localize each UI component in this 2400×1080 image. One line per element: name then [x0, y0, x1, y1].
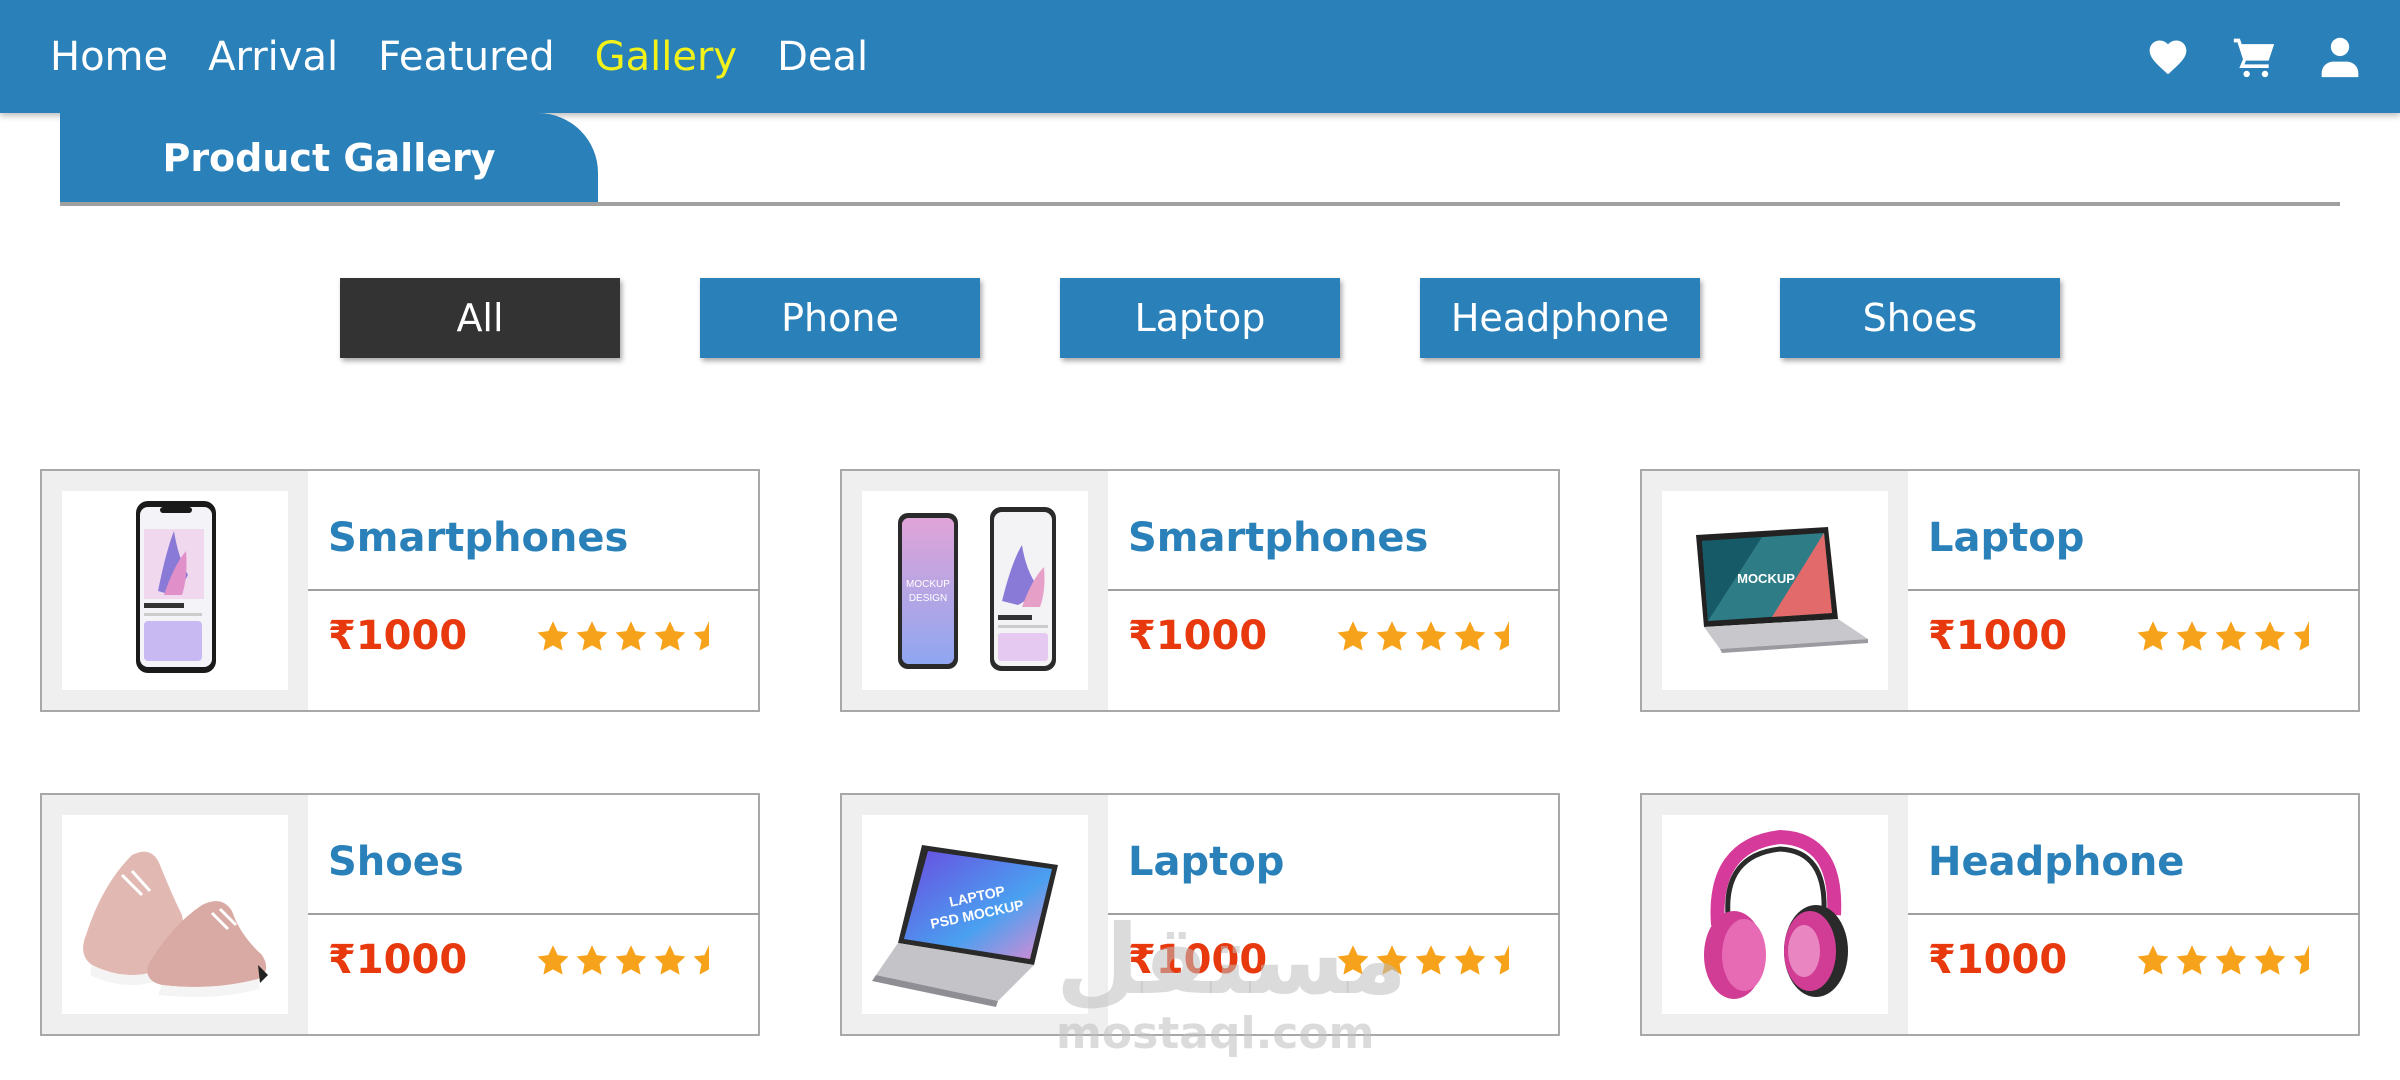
filter-all-button[interactable]: All — [340, 278, 620, 358]
star-full-icon — [2251, 943, 2289, 979]
star-rating — [533, 619, 728, 655]
star-half-icon — [1490, 943, 1528, 979]
star-full-icon — [612, 943, 650, 979]
star-full-icon — [1334, 943, 1372, 979]
product-price: ₹1000 — [328, 937, 468, 983]
product-title[interactable]: Laptop — [1128, 839, 1284, 885]
product-price: ₹1000 — [1928, 937, 2068, 983]
card-divider — [308, 913, 760, 915]
top-navbar: Home Arrival Featured Gallery Deal — [0, 0, 2400, 113]
product-card[interactable]: Smartphones ₹1000 — [40, 469, 760, 712]
product-title[interactable]: Smartphones — [328, 515, 628, 561]
product-image-frame — [1642, 795, 1908, 1034]
product-card[interactable]: Headphone ₹1000 — [1640, 793, 2360, 1036]
filter-headphone-button[interactable]: Headphone — [1420, 278, 1700, 358]
star-rating — [2133, 619, 2328, 655]
star-half-icon — [2290, 943, 2328, 979]
star-full-icon — [612, 619, 650, 655]
star-full-icon — [573, 943, 611, 979]
filter-laptop-button[interactable]: Laptop — [1060, 278, 1340, 358]
star-full-icon — [1412, 619, 1450, 655]
svg-text:MOCKUP: MOCKUP — [1737, 571, 1795, 586]
product-price: ₹1000 — [328, 613, 468, 659]
nav-link-arrival[interactable]: Arrival — [208, 34, 338, 80]
product-image-frame — [42, 795, 308, 1034]
svg-text:MOCKUP: MOCKUP — [906, 579, 950, 590]
star-full-icon — [2212, 943, 2250, 979]
star-rating — [533, 943, 728, 979]
section-title: Product Gallery — [60, 113, 598, 203]
product-title[interactable]: Shoes — [328, 839, 464, 885]
product-card[interactable]: Shoes ₹1000 — [40, 793, 760, 1036]
star-full-icon — [2173, 943, 2211, 979]
star-full-icon — [651, 943, 689, 979]
product-image-frame: MOCKUP DESIGN — [842, 471, 1108, 710]
nav-link-gallery[interactable]: Gallery — [595, 34, 737, 80]
star-full-icon — [2212, 619, 2250, 655]
star-full-icon — [1451, 943, 1489, 979]
star-full-icon — [651, 619, 689, 655]
svg-text:DESIGN: DESIGN — [909, 593, 947, 604]
nav-link-deal[interactable]: Deal — [777, 34, 868, 80]
star-rating — [2133, 943, 2328, 979]
product-title[interactable]: Laptop — [1928, 515, 2084, 561]
nav-link-featured[interactable]: Featured — [378, 34, 555, 80]
star-rating — [1333, 943, 1528, 979]
product-card[interactable]: LAPTOP PSD MOCKUP Laptop ₹1000 — [840, 793, 1560, 1036]
phones-pair-image: MOCKUP DESIGN — [862, 491, 1088, 690]
card-divider — [1108, 589, 1560, 591]
cart-icon[interactable] — [2230, 33, 2278, 81]
star-full-icon — [1334, 619, 1372, 655]
nav-link-home[interactable]: Home — [50, 34, 168, 80]
star-full-icon — [2134, 619, 2172, 655]
star-full-icon — [573, 619, 611, 655]
product-image-frame: LAPTOP PSD MOCKUP — [842, 795, 1108, 1034]
product-title[interactable]: Headphone — [1928, 839, 2184, 885]
card-divider — [1108, 913, 1560, 915]
section-divider — [60, 202, 2340, 206]
star-half-icon — [1490, 619, 1528, 655]
card-divider — [1908, 589, 2360, 591]
star-full-icon — [1412, 943, 1450, 979]
user-icon[interactable] — [2316, 33, 2364, 81]
laptop-tilted-image: LAPTOP PSD MOCKUP — [862, 815, 1088, 1014]
product-card[interactable]: MOCKUP DESIGN Smartphones ₹1000 — [840, 469, 1560, 712]
product-title[interactable]: Smartphones — [1128, 515, 1428, 561]
phone-image — [62, 491, 288, 690]
star-full-icon — [534, 619, 572, 655]
star-full-icon — [1373, 619, 1411, 655]
star-half-icon — [690, 943, 728, 979]
star-full-icon — [1373, 943, 1411, 979]
laptop-image: MOCKUP — [1662, 491, 1888, 690]
star-full-icon — [2251, 619, 2289, 655]
product-image-frame: MOCKUP — [1642, 471, 1908, 710]
product-price: ₹1000 — [1928, 613, 2068, 659]
nav-icons — [2106, 0, 2364, 113]
filter-shoes-button[interactable]: Shoes — [1780, 278, 2060, 358]
star-rating — [1333, 619, 1528, 655]
product-price: ₹1000 — [1128, 613, 1268, 659]
card-divider — [1908, 913, 2360, 915]
star-full-icon — [2134, 943, 2172, 979]
product-image-frame — [42, 471, 308, 710]
star-half-icon — [2290, 619, 2328, 655]
star-full-icon — [534, 943, 572, 979]
star-full-icon — [2173, 619, 2211, 655]
heart-icon[interactable] — [2144, 33, 2192, 81]
card-divider — [308, 589, 760, 591]
product-price: ₹1000 — [1128, 937, 1268, 983]
headphone-image — [1662, 815, 1888, 1014]
shoes-image — [62, 815, 288, 1014]
star-half-icon — [690, 619, 728, 655]
filter-phone-button[interactable]: Phone — [700, 278, 980, 358]
product-card[interactable]: MOCKUP Laptop ₹1000 — [1640, 469, 2360, 712]
star-full-icon — [1451, 619, 1489, 655]
nav-links: Home Arrival Featured Gallery Deal — [50, 0, 908, 113]
